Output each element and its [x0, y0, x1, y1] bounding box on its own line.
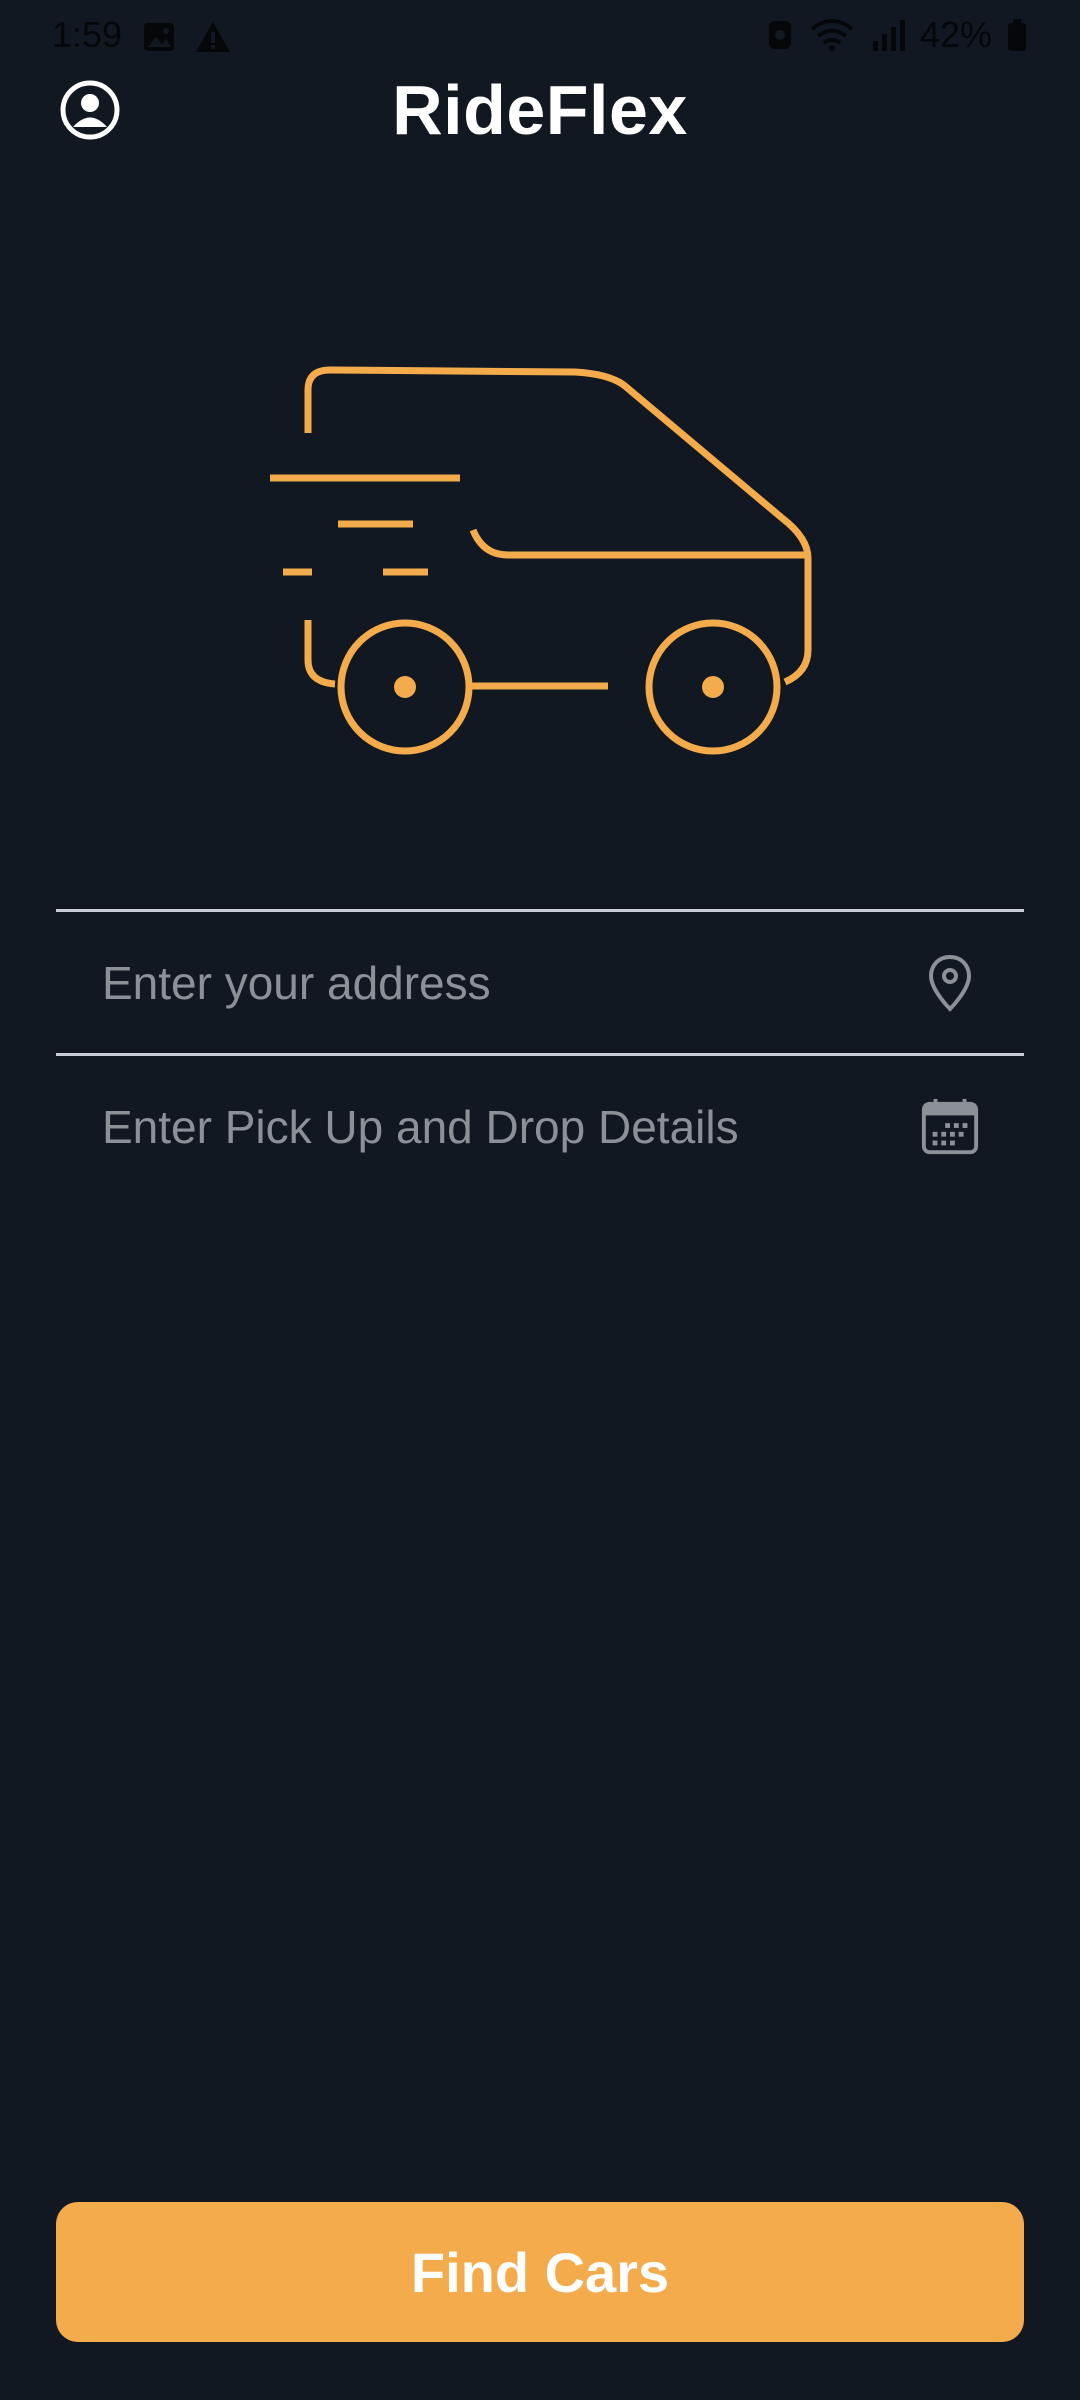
- location-pin-icon[interactable]: [920, 953, 980, 1013]
- status-right: 42%: [766, 14, 1028, 56]
- signal-icon: [872, 20, 905, 51]
- battery-percentage: 42%: [919, 14, 992, 55]
- alert-icon: [196, 22, 230, 52]
- image-icon: [144, 23, 174, 51]
- app-header: RideFlex: [0, 60, 1080, 160]
- alarm-icon: [768, 21, 791, 49]
- booking-form: Enter your address Enter Pick Up and Dro…: [56, 909, 1024, 1197]
- status-time: 1:59: [52, 14, 123, 55]
- wifi-icon: [810, 19, 854, 51]
- battery-icon: [1008, 19, 1026, 51]
- address-placeholder: Enter your address: [102, 956, 491, 1009]
- status-left-icons: [142, 20, 232, 54]
- find-cars-button[interactable]: Find Cars: [56, 2202, 1024, 2342]
- fast-car-illustration: [270, 366, 812, 755]
- app-title: RideFlex: [392, 71, 688, 149]
- calendar-icon[interactable]: [920, 1097, 980, 1157]
- schedule-field[interactable]: Enter Pick Up and Drop Details: [56, 1056, 1024, 1197]
- address-field[interactable]: Enter your address: [56, 912, 1024, 1053]
- schedule-placeholder: Enter Pick Up and Drop Details: [102, 1100, 739, 1153]
- find-cars-label: Find Cars: [410, 2240, 670, 2304]
